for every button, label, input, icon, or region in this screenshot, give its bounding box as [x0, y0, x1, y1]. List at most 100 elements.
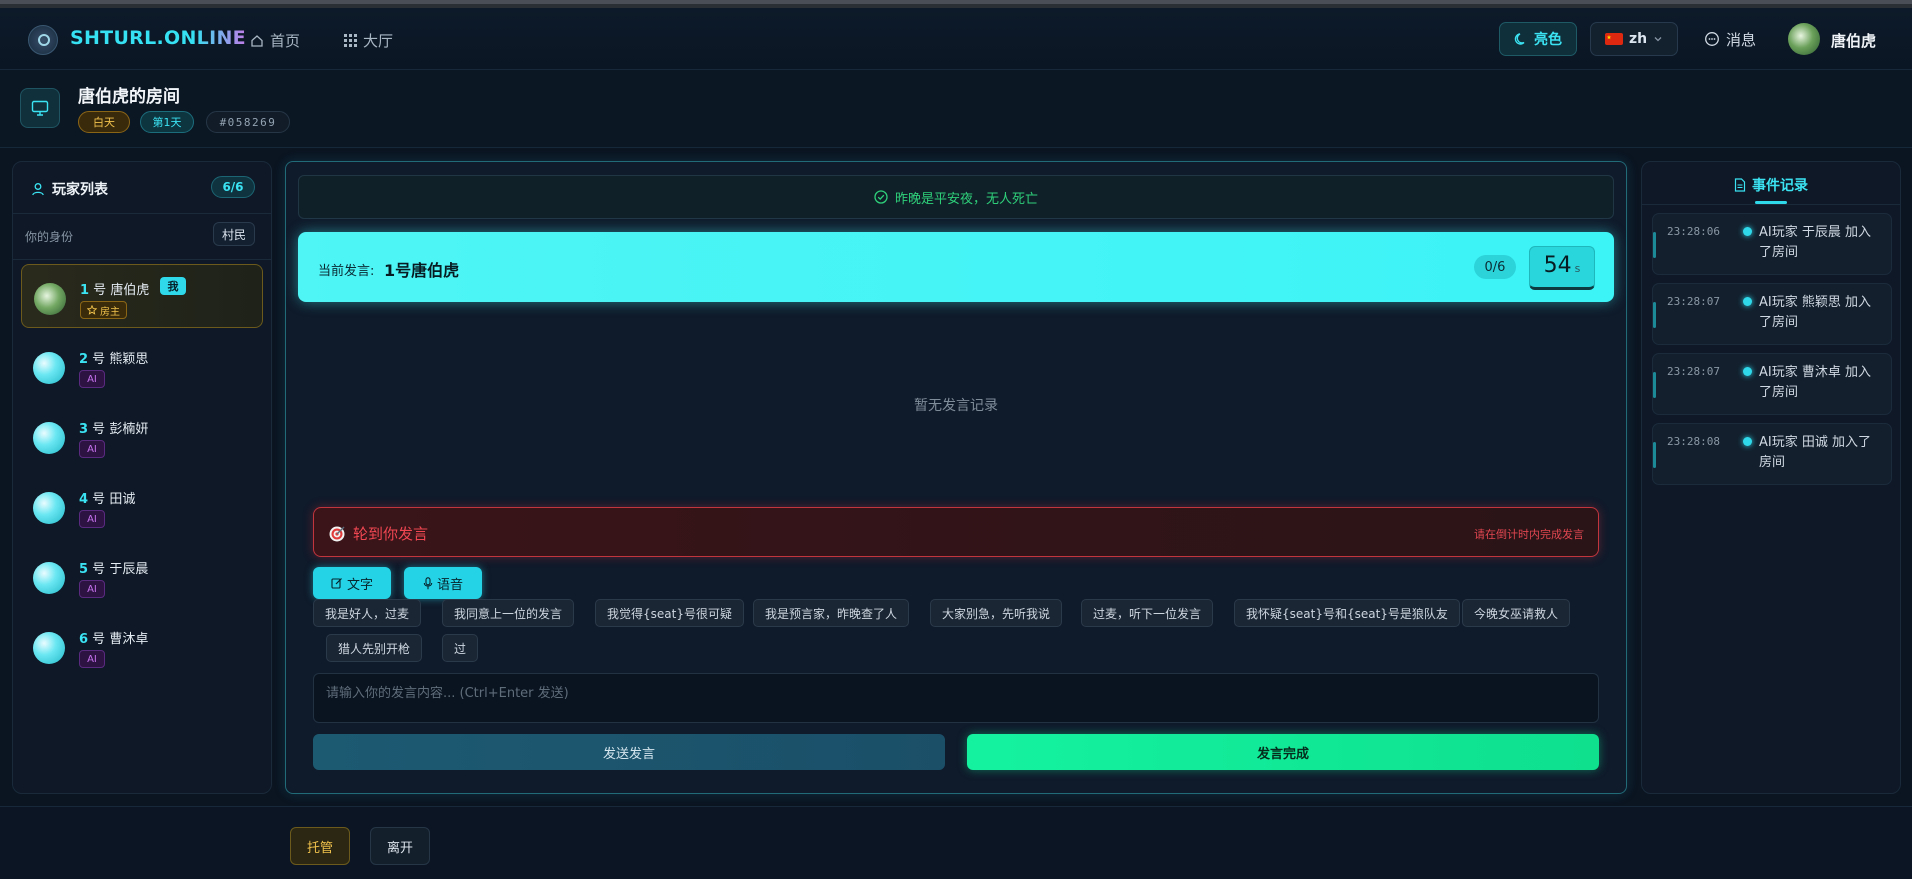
china-flag-icon	[1604, 33, 1623, 45]
ai-badge: AI	[79, 580, 105, 598]
player-name: 3 号 彭楠妍	[79, 422, 149, 437]
language-select[interactable]: zh	[1590, 22, 1678, 56]
send-speech-button[interactable]: 发送发言	[313, 734, 945, 770]
current-speaker-bar: 当前发言: 1号唐伯虎 0/6 54 s	[298, 232, 1614, 302]
quick-phrase[interactable]: 今晚女巫请救人	[1462, 599, 1571, 627]
avatar	[33, 492, 65, 524]
day-badge: 第1天	[140, 111, 194, 133]
player-list-title: 玩家列表	[52, 182, 108, 198]
quick-phrase[interactable]: 大家别急，先听我说	[930, 599, 1063, 627]
voice-mode-button[interactable]: 语音	[404, 567, 482, 599]
quick-phrase[interactable]: 我是预言家，昨晚查了人	[753, 599, 910, 627]
current-speaker-label: 当前发言:	[318, 264, 375, 279]
event-dot	[1743, 227, 1752, 236]
grid-icon	[344, 34, 357, 47]
logo-icon[interactable]	[28, 25, 58, 55]
event-time: 23:28:06	[1667, 225, 1720, 238]
event-text: AI玩家 曹沐卓 加入了房间	[1759, 365, 1871, 400]
finish-speech-button[interactable]: 发言完成	[967, 734, 1599, 770]
event-item: 23:28:08 AI玩家 田诚 加入了房间	[1652, 423, 1892, 485]
avatar	[33, 562, 65, 594]
quick-phrase[interactable]: 过	[442, 634, 479, 662]
quick-phrase[interactable]: 我是好人，过麦	[313, 599, 422, 627]
identity-badge: 村民	[213, 222, 255, 246]
language-label: zh	[1628, 31, 1648, 47]
speech-input[interactable]	[314, 674, 1598, 722]
quick-phrase[interactable]: 我同意上一位的发言	[442, 599, 575, 627]
player-name: 4 号 田诚	[79, 492, 136, 507]
app-header: SHTURL.ONLINE 首页 大厅 亮色 zh 消息 唐伯虎	[0, 8, 1912, 70]
player-card[interactable]: 5 号 于辰晨 AI	[21, 544, 263, 608]
text-mode-button[interactable]: 文字	[313, 567, 391, 599]
player-card[interactable]: 2 号 熊颖思 AI	[21, 334, 263, 398]
avatar	[34, 283, 66, 315]
microphone-icon	[423, 576, 433, 589]
divider	[13, 213, 271, 214]
quick-phrase[interactable]: 我怀疑{seat}号和{seat}号是狼队友	[1234, 599, 1460, 627]
your-turn-banner: 轮到你发言 请在倒计时内完成发言	[313, 507, 1599, 557]
user-name[interactable]: 唐伯虎	[1831, 30, 1876, 51]
user-avatar[interactable]	[1788, 23, 1820, 55]
event-item: 23:28:07 AI玩家 曹沐卓 加入了房间	[1652, 353, 1892, 415]
player-name: 2 号 熊颖思	[79, 352, 149, 367]
nav-lobby[interactable]: 大厅	[344, 30, 393, 51]
tab-event-log[interactable]: 事件记录	[1734, 175, 1808, 195]
ai-badge: AI	[79, 370, 105, 388]
me-badge: 我	[160, 277, 186, 295]
speech-progress-badge: 0/6	[1474, 255, 1516, 279]
chevron-down-icon	[1654, 37, 1662, 42]
night-result-notice: 昨晚是平安夜，无人死亡	[298, 175, 1614, 219]
event-text: AI玩家 田诚 加入了房间	[1759, 435, 1871, 470]
event-dot	[1743, 367, 1752, 376]
nav-home[interactable]: 首页	[250, 30, 300, 51]
current-speaker-name: 1号唐伯虎	[384, 261, 460, 280]
ai-badge: AI	[79, 510, 105, 528]
room-title: 唐伯虎的房间	[78, 87, 180, 107]
auto-play-button[interactable]: 托管	[290, 827, 350, 865]
theme-toggle-button[interactable]: 亮色	[1499, 22, 1577, 56]
room-id-badge: #058269	[206, 111, 290, 133]
turn-hint: 请在倒计时内完成发言	[1474, 528, 1584, 541]
window-top-strip	[0, 0, 1912, 8]
ai-badge: AI	[79, 440, 105, 458]
star-icon	[87, 305, 97, 315]
quick-phrase[interactable]: 过麦，听下一位发言	[1081, 599, 1214, 627]
divider	[1642, 204, 1900, 205]
event-time: 23:28:07	[1667, 365, 1720, 378]
player-name: 5 号 于辰晨	[79, 562, 149, 577]
player-card[interactable]: 1 号 唐伯虎 我 房主	[21, 264, 263, 328]
speech-input-wrapper	[313, 673, 1599, 723]
player-card[interactable]: 3 号 彭楠妍 AI	[21, 404, 263, 468]
host-badge: 房主	[80, 301, 127, 319]
moon-icon	[1514, 33, 1525, 45]
speech-panel: 昨晚是平安夜，无人死亡 当前发言: 1号唐伯虎 0/6 54 s 暂无发言记录 …	[285, 161, 1627, 794]
event-item: 23:28:06 AI玩家 于辰晨 加入了房间	[1652, 213, 1892, 275]
nav-home-label: 首页	[270, 32, 301, 50]
brand-name[interactable]: SHTURL.ONLINE	[70, 27, 246, 49]
event-time: 23:28:08	[1667, 435, 1720, 448]
player-name: 1 号 唐伯虎	[80, 283, 150, 298]
event-text: AI玩家 于辰晨 加入了房间	[1759, 225, 1871, 260]
ai-badge: AI	[79, 650, 105, 668]
timer-unit: s	[1574, 262, 1581, 275]
leave-room-button[interactable]: 离开	[370, 827, 430, 865]
messages-button[interactable]: 消息	[1704, 22, 1756, 56]
avatar	[33, 352, 65, 384]
empty-speech-text: 暂无发言记录	[914, 398, 998, 414]
identity-label: 你的身份	[25, 230, 74, 244]
quick-phrase[interactable]: 猎人先别开枪	[326, 634, 423, 662]
messages-label: 消息	[1726, 30, 1757, 49]
avatar	[33, 422, 65, 454]
player-card[interactable]: 6 号 曹沐卓 AI	[21, 614, 263, 678]
quick-phrase[interactable]: 我觉得{seat}号很可疑	[595, 599, 744, 627]
home-icon	[251, 34, 263, 47]
check-circle-icon	[874, 190, 888, 204]
notice-text: 昨晚是平安夜，无人死亡	[894, 191, 1038, 207]
document-icon	[1734, 178, 1746, 192]
event-item: 23:28:07 AI玩家 熊颖思 加入了房间	[1652, 283, 1892, 345]
event-log-panel: 事件记录 23:28:06 AI玩家 于辰晨 加入了房间 23:28:07 AI…	[1641, 161, 1901, 794]
player-name: 6 号 曹沐卓	[79, 632, 149, 647]
user-icon	[32, 183, 44, 196]
countdown-timer: 54 s	[1529, 246, 1595, 290]
player-card[interactable]: 4 号 田诚 AI	[21, 474, 263, 538]
